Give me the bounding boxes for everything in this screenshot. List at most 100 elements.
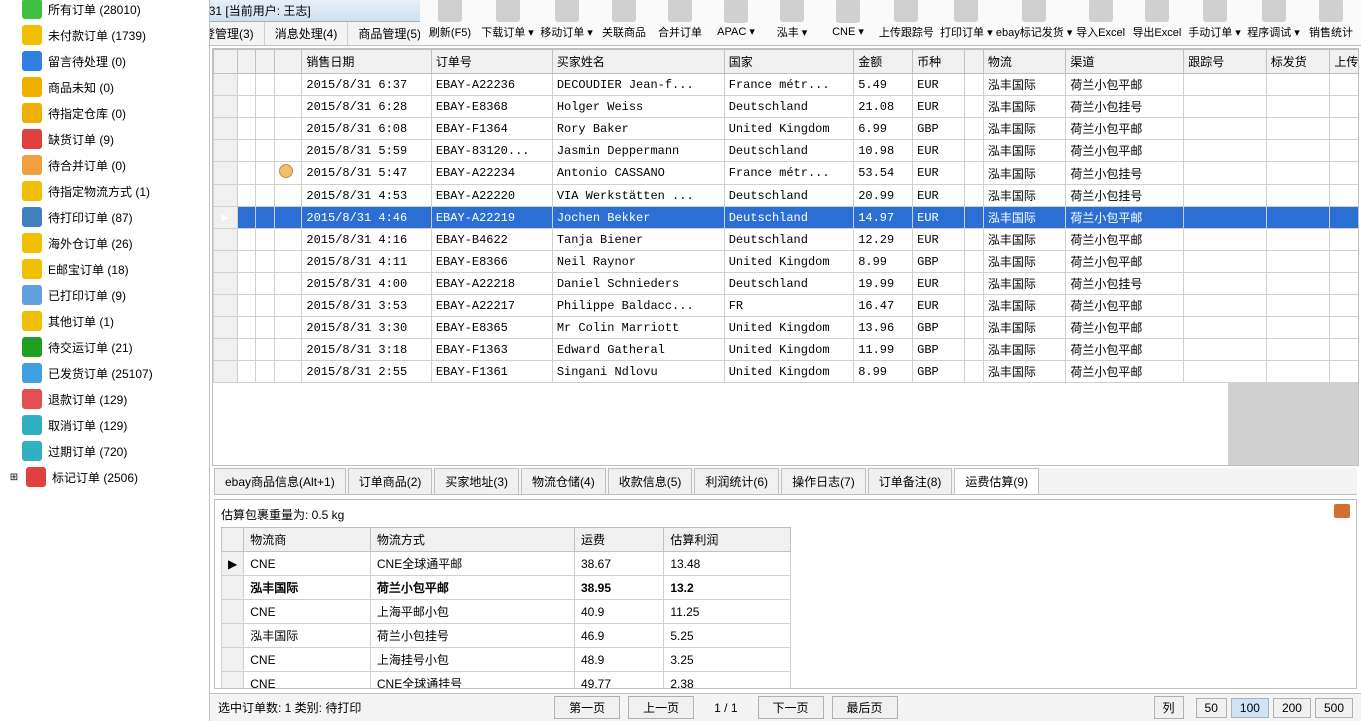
- grid-header[interactable]: 销售日期: [302, 50, 431, 74]
- toolbar-btn-1[interactable]: 下载订单 ▾: [482, 0, 533, 42]
- grid-row[interactable]: 2015/8/31 4:53EBAY-A22220VIA Werkstätten…: [214, 185, 1360, 207]
- grid-row[interactable]: 2015/8/31 6:08EBAY-F1364Rory BakerUnited…: [214, 118, 1360, 140]
- sidebar-item-12[interactable]: 其他订单 (1): [0, 308, 209, 334]
- toolbar-btn-10[interactable]: ebay标记发货 ▾: [1000, 0, 1069, 42]
- pagesize-100[interactable]: 100: [1231, 698, 1269, 718]
- sidebar-item-3[interactable]: 商品未知 (0): [0, 74, 209, 100]
- sidebar-item-18[interactable]: ⊞标记订单 (2506): [0, 464, 209, 490]
- grid-header[interactable]: 上传单号: [1330, 50, 1359, 74]
- ship-header[interactable]: 运费: [575, 528, 664, 552]
- toolbar-btn-13[interactable]: 手动订单 ▾: [1189, 0, 1240, 42]
- toolbar-btn-5[interactable]: APAC ▾: [712, 0, 760, 40]
- toolbar-btn-8[interactable]: 上传跟踪号: [880, 0, 933, 42]
- ship-header[interactable]: 物流方式: [370, 528, 574, 552]
- detail-tab-7[interactable]: 订单备注(8): [868, 468, 953, 494]
- grid-row[interactable]: 2015/8/31 3:18EBAY-F1363Edward GatheralU…: [214, 339, 1360, 361]
- detail-tab-4[interactable]: 收款信息(5): [608, 468, 693, 494]
- ship-header[interactable]: 物流商: [244, 528, 371, 552]
- detail-tab-1[interactable]: 订单商品(2): [348, 468, 433, 494]
- toolbar-icon: [1089, 0, 1113, 22]
- sidebar-icon: [22, 285, 42, 305]
- book-icon[interactable]: [1334, 504, 1350, 518]
- tree-toggle-icon[interactable]: ⊞: [8, 472, 20, 483]
- sidebar-item-15[interactable]: 退款订单 (129): [0, 386, 209, 412]
- grid-row[interactable]: 2015/8/31 5:59EBAY-83120...Jasmin Depper…: [214, 140, 1360, 162]
- sidebar-item-14[interactable]: 已发货订单 (25107): [0, 360, 209, 386]
- toolbar-btn-12[interactable]: 导出Excel: [1133, 0, 1181, 42]
- detail-tab-3[interactable]: 物流仓储(4): [521, 468, 606, 494]
- grid-header[interactable]: 跟踪号: [1184, 50, 1267, 74]
- order-grid[interactable]: 销售日期订单号买家姓名国家金额币种物流渠道跟踪号标发货上传单号2015/8/31…: [212, 48, 1359, 466]
- sidebar-item-10[interactable]: E邮宝订单 (18): [0, 256, 209, 282]
- grid-row[interactable]: 2015/8/31 4:16EBAY-B4622Tanja BienerDeut…: [214, 229, 1360, 251]
- grid-header[interactable]: 物流: [983, 50, 1066, 74]
- sidebar-item-0[interactable]: 所有订单 (28010): [0, 0, 209, 22]
- prev-page-button[interactable]: 上一页: [628, 696, 694, 719]
- detail-tab-8[interactable]: 运费估算(9): [954, 468, 1039, 494]
- last-page-button[interactable]: 最后页: [832, 696, 898, 719]
- list-button[interactable]: 列: [1154, 696, 1184, 719]
- grid-header[interactable]: 买家姓名: [552, 50, 724, 74]
- sidebar-item-8[interactable]: 待打印订单 (87): [0, 204, 209, 230]
- grid-header[interactable]: 国家: [724, 50, 853, 74]
- sidebar-item-2[interactable]: 留言待处理 (0): [0, 48, 209, 74]
- grid-row[interactable]: 2015/8/31 4:00EBAY-A22218Daniel Schniede…: [214, 273, 1360, 295]
- toolbar-btn-9[interactable]: 打印订单 ▾: [941, 0, 992, 42]
- sidebar-item-16[interactable]: 取消订单 (129): [0, 412, 209, 438]
- sidebar-item-1[interactable]: 未付款订单 (1739): [0, 22, 209, 48]
- toolbar-btn-6[interactable]: 泓丰 ▾: [768, 0, 816, 42]
- pagesize-50[interactable]: 50: [1196, 698, 1227, 718]
- grid-header[interactable]: 币种: [913, 50, 965, 74]
- grid-header[interactable]: 订单号: [431, 50, 552, 74]
- detail-tab-2[interactable]: 买家地址(3): [434, 468, 519, 494]
- sidebar-item-6[interactable]: 待合并订单 (0): [0, 152, 209, 178]
- sidebar-item-5[interactable]: 缺货订单 (9): [0, 126, 209, 152]
- grid-header[interactable]: [256, 50, 275, 74]
- toolbar-btn-2[interactable]: 移动订单 ▾: [541, 0, 592, 42]
- sidebar-item-17[interactable]: 过期订单 (720): [0, 438, 209, 464]
- toolbar-btn-7[interactable]: CNE ▾: [824, 0, 872, 40]
- toolbar-btn-3[interactable]: 关联商品: [600, 0, 648, 42]
- grid-row[interactable]: 2015/8/31 6:28EBAY-E8368Holger WeissDeut…: [214, 96, 1360, 118]
- grid-row[interactable]: 2015/8/31 6:37EBAY-A22236DECOUDIER Jean-…: [214, 74, 1360, 96]
- sidebar-item-4[interactable]: 待指定仓库 (0): [0, 100, 209, 126]
- pagesize-200[interactable]: 200: [1273, 698, 1311, 718]
- grid-row[interactable]: 2015/8/31 3:53EBAY-A22217Philippe Baldac…: [214, 295, 1360, 317]
- pagesize-500[interactable]: 500: [1315, 698, 1353, 718]
- detail-tab-0[interactable]: ebay商品信息(Alt+1): [214, 468, 346, 494]
- grid-header[interactable]: 标发货: [1266, 50, 1330, 74]
- toolbar-btn-14[interactable]: 程序调试 ▾: [1248, 0, 1299, 42]
- detail-tab-6[interactable]: 操作日志(7): [781, 468, 866, 494]
- grid-header[interactable]: [237, 50, 256, 74]
- sidebar-item-9[interactable]: 海外仓订单 (26): [0, 230, 209, 256]
- grid-header[interactable]: 金额: [854, 50, 913, 74]
- sidebar-item-13[interactable]: 待交运订单 (21): [0, 334, 209, 360]
- grid-header[interactable]: 渠道: [1066, 50, 1184, 74]
- grid-header[interactable]: [965, 50, 984, 74]
- grid-row[interactable]: 2015/8/31 4:11EBAY-E8366Neil RaynorUnite…: [214, 251, 1360, 273]
- grid-header[interactable]: [214, 50, 238, 74]
- ship-header[interactable]: 估算利润: [664, 528, 791, 552]
- ship-row[interactable]: CNE上海挂号小包48.93.25: [222, 648, 791, 672]
- grid-row[interactable]: 2015/8/31 3:30EBAY-E8365Mr Colin Marriot…: [214, 317, 1360, 339]
- ship-row[interactable]: 泓丰国际荷兰小包挂号46.95.25: [222, 624, 791, 648]
- grid-header[interactable]: [275, 50, 302, 74]
- sidebar-label: 商品未知 (0): [48, 79, 114, 96]
- detail-tab-5[interactable]: 利润统计(6): [694, 468, 779, 494]
- first-page-button[interactable]: 第一页: [554, 696, 620, 719]
- grid-row[interactable]: ▶2015/8/31 4:46EBAY-A22219Jochen BekkerD…: [214, 207, 1360, 229]
- ship-row[interactable]: CNE上海平邮小包40.911.25: [222, 600, 791, 624]
- ship-row[interactable]: ▶CNECNE全球通平邮38.6713.48: [222, 552, 791, 576]
- grid-row[interactable]: 2015/8/31 2:55EBAY-F1361Singani NdlovuUn…: [214, 361, 1360, 383]
- ship-row[interactable]: 泓丰国际荷兰小包平邮38.9513.2: [222, 576, 791, 600]
- toolbar-btn-11[interactable]: 导入Excel: [1076, 0, 1124, 42]
- grid-row[interactable]: 2015/8/31 5:47EBAY-A22234Antonio CASSANO…: [214, 162, 1360, 185]
- ship-row[interactable]: CNECNE全球通挂号49.772.38: [222, 672, 791, 690]
- toolbar-btn-4[interactable]: 合并订单: [656, 0, 704, 42]
- toolbar-btn-0[interactable]: 刷新(F5): [426, 0, 474, 42]
- shipping-table[interactable]: 物流商物流方式运费估算利润▶CNECNE全球通平邮38.6713.48泓丰国际荷…: [221, 527, 791, 689]
- sidebar-item-7[interactable]: 待指定物流方式 (1): [0, 178, 209, 204]
- next-page-button[interactable]: 下一页: [758, 696, 824, 719]
- toolbar-btn-15[interactable]: 销售统计: [1307, 0, 1355, 42]
- sidebar-item-11[interactable]: 已打印订单 (9): [0, 282, 209, 308]
